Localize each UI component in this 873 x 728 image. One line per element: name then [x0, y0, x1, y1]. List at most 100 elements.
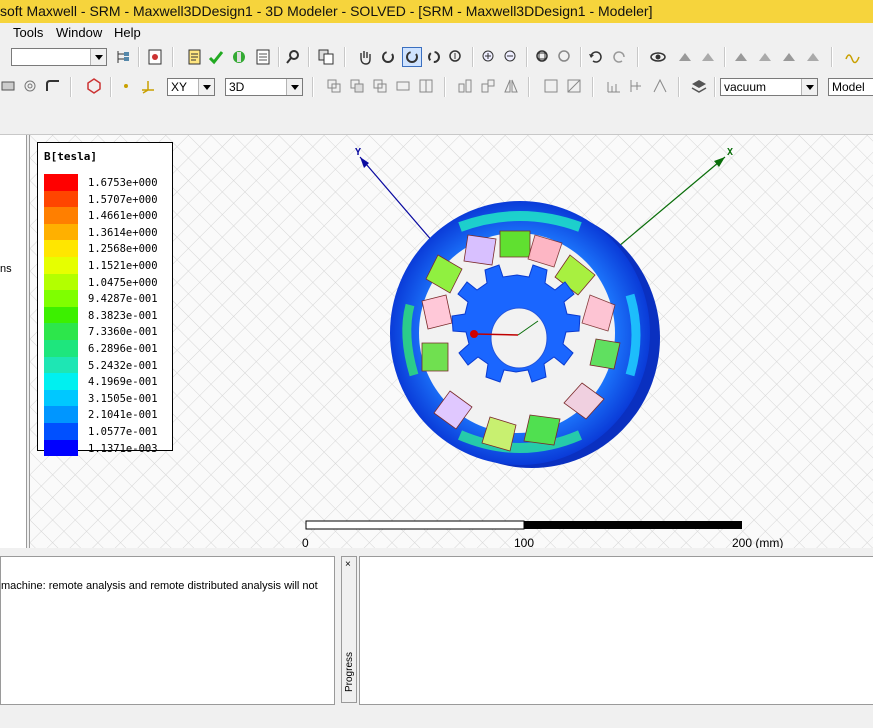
report-icon[interactable]	[147, 49, 163, 65]
legend-row: 1.6753e+000	[44, 174, 168, 191]
pan-hand-icon[interactable]	[357, 49, 373, 65]
legend-value: 1.1521e+000	[88, 260, 158, 272]
menu-help[interactable]: Help	[114, 25, 141, 40]
modeler-viewport[interactable]: Y X B[tesla] 1.6753e+000 1.5707e+000 1.4…	[29, 135, 873, 548]
notes-icon[interactable]	[255, 49, 271, 65]
field-legend[interactable]: B[tesla] 1.6753e+000 1.5707e+000 1.4661e+0…	[37, 142, 173, 457]
message-manager[interactable]: machine: remote analysis and remote dist…	[0, 556, 335, 705]
progress-window[interactable]	[359, 556, 873, 705]
show-all-icon[interactable]	[677, 49, 693, 65]
zoom-out-icon[interactable]	[503, 49, 519, 65]
legend-value: 9.4287e-001	[88, 293, 158, 306]
tree-item-partial: ns	[0, 263, 12, 275]
point-icon[interactable]	[118, 78, 134, 94]
zoom-in-icon[interactable]	[481, 49, 497, 65]
legend-value: 1.2568e+000	[88, 243, 158, 256]
status-bar	[0, 705, 873, 728]
mode-select[interactable]: Model	[828, 78, 873, 96]
draw-bend-icon[interactable]	[45, 78, 61, 94]
split-icon[interactable]	[418, 78, 434, 94]
plane-select[interactable]: XY	[167, 78, 215, 96]
zoom-icon[interactable]	[448, 49, 464, 65]
project-manager-panel[interactable]: ns	[0, 135, 27, 548]
redo-icon[interactable]	[611, 49, 627, 65]
material-select[interactable]: vacuum	[720, 78, 818, 96]
chevron-down-icon[interactable]	[801, 79, 817, 95]
undo-icon[interactable]	[588, 49, 604, 65]
legend-row: 1.5707e+000	[44, 190, 168, 208]
chevron-down-icon[interactable]	[286, 79, 302, 95]
legend-swatch	[44, 223, 78, 241]
unite-icon[interactable]	[326, 78, 342, 94]
legend-swatch	[44, 439, 78, 457]
draw-box-icon[interactable]	[0, 78, 16, 94]
search-icon[interactable]	[285, 49, 301, 65]
results-icon[interactable]	[231, 49, 247, 65]
align-icon[interactable]	[629, 78, 645, 94]
rotate-selected-icon[interactable]	[402, 47, 422, 67]
model-type-select[interactable]: 3D	[225, 78, 303, 96]
visibility-icon[interactable]	[650, 49, 666, 65]
legend-value: 3.1505e-001	[88, 392, 158, 405]
menu-bar: Tools Window Help	[0, 23, 873, 43]
toolbar-combo[interactable]	[11, 48, 107, 66]
validate-icon[interactable]	[187, 49, 203, 65]
menu-tools[interactable]: Tools	[13, 25, 43, 40]
scale-label-0: 0	[302, 536, 309, 548]
axis-label-x: X	[727, 147, 733, 158]
sweep-icon[interactable]	[457, 78, 473, 94]
hide-all-icon[interactable]	[700, 49, 716, 65]
legend-row: 2.1041e-001	[44, 406, 168, 423]
draw-region-icon[interactable]	[86, 78, 102, 94]
legend-title: B[tesla]	[44, 150, 97, 163]
copy-icon[interactable]	[318, 49, 334, 65]
legend-row: 5.2432e-001	[44, 356, 168, 374]
toolbar-spacer	[0, 102, 873, 135]
measure-icon[interactable]	[606, 78, 622, 94]
chevron-down-icon[interactable]	[90, 49, 106, 65]
fit-all-icon[interactable]	[535, 49, 551, 65]
message-text: machine: remote analysis and remote dist…	[1, 580, 318, 592]
legend-row: 6.2896e-001	[44, 340, 168, 357]
legend-value: 1.1371e-003	[88, 442, 158, 455]
face-icon[interactable]	[543, 78, 559, 94]
legend-value: 8.3823e-001	[88, 309, 158, 322]
close-icon[interactable]: ×	[345, 559, 351, 570]
coordinate-system-icon[interactable]	[140, 78, 156, 94]
legend-row: 1.1371e-003	[44, 439, 168, 457]
legend-swatch	[44, 174, 78, 191]
view-side-icon[interactable]	[757, 49, 773, 65]
tree-icon[interactable]	[115, 49, 131, 65]
subtract-icon[interactable]	[349, 78, 365, 94]
legend-value: 7.3360e-001	[88, 326, 158, 339]
view-top-icon[interactable]	[781, 49, 797, 65]
duplicate-icon[interactable]	[480, 78, 496, 94]
imprint-icon[interactable]	[395, 78, 411, 94]
legend-row: 1.4661e+000	[44, 207, 168, 224]
scale-label-200: 200 (mm)	[732, 536, 784, 548]
orbit-icon[interactable]	[426, 49, 442, 65]
legend-row: 1.1521e+000	[44, 257, 168, 274]
view-front-icon[interactable]	[733, 49, 749, 65]
intersect-icon[interactable]	[372, 78, 388, 94]
layers-icon[interactable]	[691, 78, 707, 94]
polyline-icon[interactable]	[845, 49, 861, 65]
mirror-icon[interactable]	[503, 78, 519, 94]
menu-window[interactable]: Window	[56, 25, 102, 40]
view-iso-icon[interactable]	[805, 49, 821, 65]
legend-swatch	[44, 306, 78, 324]
scale-label-100: 100	[514, 536, 535, 548]
legend-swatch	[44, 389, 78, 407]
edge-icon[interactable]	[566, 78, 582, 94]
legend-row: 4.1969e-001	[44, 373, 168, 390]
chevron-down-icon[interactable]	[198, 79, 214, 95]
legend-row: 9.4287e-001	[44, 290, 168, 307]
draw-spiral-icon[interactable]	[22, 78, 38, 94]
legend-row: 3.1505e-001	[44, 389, 168, 407]
legend-row: 8.3823e-001	[44, 306, 168, 324]
legend-swatch	[44, 257, 78, 274]
chamfer-icon[interactable]	[652, 78, 668, 94]
analyze-icon[interactable]	[208, 49, 224, 65]
fit-selection-icon[interactable]	[557, 49, 573, 65]
rotate-icon[interactable]	[380, 49, 396, 65]
